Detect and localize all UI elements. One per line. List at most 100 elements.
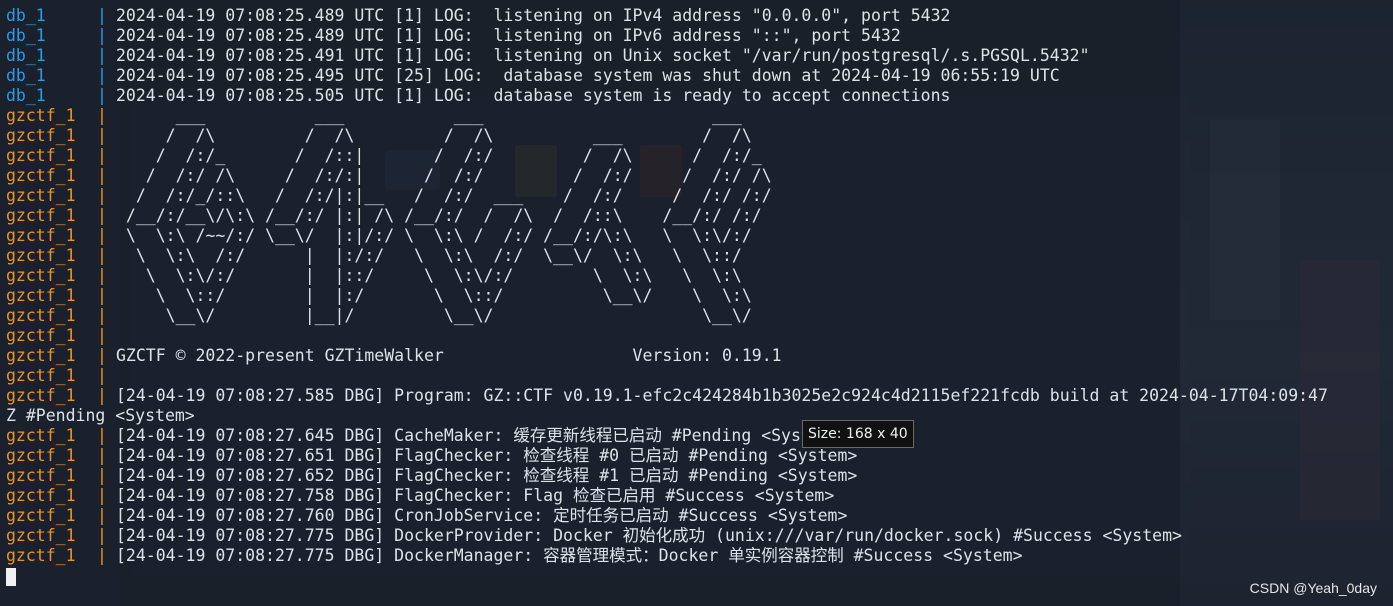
terminal-line: gzctf_1 | [24-04-19 07:08:27.645 DBG] Cach… xyxy=(6,426,1328,446)
log-message: 2024-04-19 07:08:25.489 UTC [1] LOG: lis… xyxy=(116,26,901,45)
log-message: [24-04-19 07:08:27.651 DBG] FlagChecker:… xyxy=(116,446,858,465)
service-separator: | xyxy=(97,186,107,205)
log-message: Z #Pending <System> xyxy=(6,406,195,425)
service-separator: | xyxy=(97,526,107,545)
service-name: gzctf_1 xyxy=(6,326,76,345)
log-message: GZCTF © 2022-present GZTimeWalker Versio… xyxy=(116,346,782,365)
service-name: gzctf_1 xyxy=(6,266,76,285)
terminal-line: gzctf_1 | [24-04-19 07:08:27.775 DBG] Dock… xyxy=(6,546,1328,566)
log-message: / /:/_ / /::| / /:/ / /\ / /:/_ xyxy=(116,146,792,165)
service-name: gzctf_1 xyxy=(6,446,76,465)
terminal-line: gzctf_1 | [24-04-19 07:08:27.651 DBG] Flag… xyxy=(6,446,1328,466)
terminal-line: gzctf_1 | \ \::/ | |:/ \ \::/ \__\/ \ \:\ xyxy=(6,286,1328,306)
log-message: ___ ___ ___ ___ xyxy=(116,106,792,125)
terminal-line: gzctf_1 | [24-04-19 07:08:27.758 DBG] Flag… xyxy=(6,486,1328,506)
service-name: gzctf_1 xyxy=(6,226,76,245)
service-name: gzctf_1 xyxy=(6,346,76,365)
service-name: gzctf_1 xyxy=(6,246,76,265)
service-name: gzctf_1 xyxy=(6,106,76,125)
log-message: [24-04-19 07:08:27.775 DBG] DockerProvid… xyxy=(116,526,1182,545)
service-name: gzctf_1 xyxy=(6,546,76,565)
terminal-line: gzctf_1 | /__/:/__\/\:\ /__/:/ |:| /\ /__… xyxy=(6,206,1328,226)
terminal-line: gzctf_1 | / /\ / /\ / /\ ___ / /\ xyxy=(6,126,1328,146)
service-separator: | xyxy=(97,86,107,105)
terminal-line: db_1 | 2024-04-19 07:08:25.489 UTC [1] LOG… xyxy=(6,6,1328,26)
service-separator: | xyxy=(97,246,107,265)
log-message: \__\/ |__|/ \__\/ \__\/ xyxy=(116,306,792,325)
service-separator: | xyxy=(97,306,107,325)
log-message: \ \:\/:/ | |::/ \ \:\/:/ \ \:\ \ \:\ xyxy=(116,266,792,285)
service-separator: | xyxy=(97,446,107,465)
service-separator: | xyxy=(97,506,107,525)
terminal-line: gzctf_1 | / /:/ /\ / /:/:| / /:/ / /:/ / … xyxy=(6,166,1328,186)
terminal-line: db_1 | 2024-04-19 07:08:25.495 UTC [25] LO… xyxy=(6,66,1328,86)
service-separator: | xyxy=(97,546,107,565)
terminal-output: db_1 | 2024-04-19 07:08:25.489 UTC [1] LOG… xyxy=(6,6,1328,566)
log-message: / /:/ /\ / /:/:| / /:/ / /:/ / /:/ /\ xyxy=(116,166,792,185)
service-separator: | xyxy=(97,266,107,285)
service-separator: | xyxy=(97,346,107,365)
service-separator: | xyxy=(97,26,107,45)
service-separator: | xyxy=(97,486,107,505)
watermark: CSDN @Yeah_0day xyxy=(1249,580,1377,596)
window-size-tooltip: Size: 168 x 40 xyxy=(802,420,914,448)
terminal-line: gzctf_1 | \ \:\ /~~/:/ \__\/ |:|/:/ \ \:\… xyxy=(6,226,1328,246)
service-separator: | xyxy=(97,106,107,125)
log-message: 2024-04-19 07:08:25.495 UTC [25] LOG: da… xyxy=(116,66,1060,85)
service-separator: | xyxy=(97,226,107,245)
log-message: [24-04-19 07:08:27.652 DBG] FlagChecker:… xyxy=(116,466,858,485)
log-message: / /:/_/::\ / /:/|:|__ / /:/ ___ / /:/ / … xyxy=(116,186,792,205)
service-name: db_1 xyxy=(6,86,46,105)
service-name: gzctf_1 xyxy=(6,126,76,145)
service-name: gzctf_1 xyxy=(6,206,76,225)
terminal-window[interactable]: db_1 | 2024-04-19 07:08:25.489 UTC [1] LOG… xyxy=(0,0,1393,606)
terminal-line: db_1 | 2024-04-19 07:08:25.505 UTC [1] LOG… xyxy=(6,86,1328,106)
service-separator: | xyxy=(97,206,107,225)
terminal-line: gzctf_1 | GZCTF © 2022-present GZTimeWalke… xyxy=(6,346,1328,366)
service-name: db_1 xyxy=(6,66,46,85)
terminal-line: gzctf_1 | \__\/ |__|/ \__\/ \__\/ xyxy=(6,306,1328,326)
terminal-line: db_1 | 2024-04-19 07:08:25.491 UTC [1] LOG… xyxy=(6,46,1328,66)
service-separator: | xyxy=(97,466,107,485)
service-name: gzctf_1 xyxy=(6,506,76,525)
service-name: gzctf_1 xyxy=(6,526,76,545)
service-separator: | xyxy=(97,6,107,25)
log-message: [24-04-19 07:08:27.760 DBG] CronJobServi… xyxy=(116,506,848,525)
service-name: gzctf_1 xyxy=(6,306,76,325)
service-separator: | xyxy=(97,326,107,345)
terminal-line: gzctf_1 | / /:/_/::\ / /:/|:|__ / /:/ ___… xyxy=(6,186,1328,206)
terminal-line: gzctf_1 | [24-04-19 07:08:27.775 DBG] Dock… xyxy=(6,526,1328,546)
service-separator: | xyxy=(97,286,107,305)
service-separator: | xyxy=(97,146,107,165)
log-message: /__/:/__\/\:\ /__/:/ |:| /\ /__/:/ / /\ … xyxy=(116,206,792,225)
terminal-line: gzctf_1 | [24-04-19 07:08:27.585 DBG] Prog… xyxy=(6,386,1328,406)
log-message: [24-04-19 07:08:27.645 DBG] CacheMaker: … xyxy=(116,426,841,445)
terminal-line: gzctf_1 | \ \:\/:/ | |::/ \ \:\/:/ \ \:\ … xyxy=(6,266,1328,286)
service-separator: | xyxy=(97,46,107,65)
terminal-cursor xyxy=(6,568,16,586)
service-name: db_1 xyxy=(6,46,46,65)
service-name: gzctf_1 xyxy=(6,426,76,445)
terminal-line: gzctf_1 | ___ ___ ___ ___ xyxy=(6,106,1328,126)
service-name: gzctf_1 xyxy=(6,166,76,185)
service-name: gzctf_1 xyxy=(6,286,76,305)
log-message: [24-04-19 07:08:27.585 DBG] Program: GZ:… xyxy=(116,386,1328,405)
terminal-line: gzctf_1 | xyxy=(6,326,1328,346)
service-separator: | xyxy=(97,166,107,185)
log-message: 2024-04-19 07:08:25.505 UTC [1] LOG: dat… xyxy=(116,86,951,105)
service-name: db_1 xyxy=(6,6,46,25)
log-message: / /\ / /\ / /\ ___ / /\ xyxy=(116,126,792,145)
terminal-line: gzctf_1 | / /:/_ / /::| / /:/ / /\ / /:/_ xyxy=(6,146,1328,166)
log-message: \ \::/ | |:/ \ \::/ \__\/ \ \:\ xyxy=(116,286,792,305)
service-name: gzctf_1 xyxy=(6,366,76,385)
log-message: 2024-04-19 07:08:25.489 UTC [1] LOG: lis… xyxy=(116,6,951,25)
terminal-line: gzctf_1 | xyxy=(6,366,1328,386)
service-separator: | xyxy=(97,126,107,145)
terminal-line: gzctf_1 | [24-04-19 07:08:27.760 DBG] Cron… xyxy=(6,506,1328,526)
log-message: [24-04-19 07:08:27.758 DBG] FlagChecker:… xyxy=(116,486,835,505)
terminal-line: gzctf_1 | \ \:\ /:/ | |:/:/ \ \:\ /:/ \__… xyxy=(6,246,1328,266)
service-name: gzctf_1 xyxy=(6,466,76,485)
service-separator: | xyxy=(97,386,107,405)
service-name: db_1 xyxy=(6,26,46,45)
terminal-line: gzctf_1 | [24-04-19 07:08:27.652 DBG] Flag… xyxy=(6,466,1328,486)
